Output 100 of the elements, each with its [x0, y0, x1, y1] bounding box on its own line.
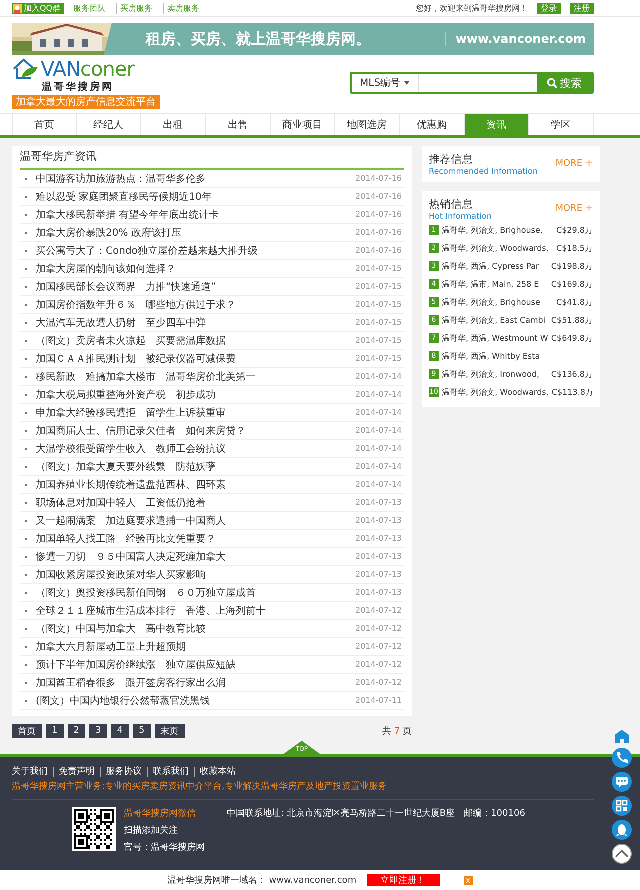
news-date: 2014-07-15 [356, 354, 402, 363]
page-button[interactable]: 1 [46, 724, 64, 738]
news-link[interactable]: 惨遭一刀切 ９５中国富人决定死缠加拿大 [36, 550, 350, 564]
top-link[interactable]: 卖房服务 [162, 2, 204, 14]
top-link[interactable]: 服务团队 [70, 2, 110, 14]
news-link[interactable]: 大温学校很受留学生收入 教师工会纷抗议 [36, 442, 350, 456]
news-date: 2014-07-15 [356, 264, 402, 273]
news-date: 2014-07-16 [356, 246, 402, 255]
listing-link[interactable]: 温哥华, 西温, Whitby Esta [442, 350, 593, 362]
page-button[interactable]: 4 [111, 724, 129, 738]
news-link[interactable]: 难以忍受 家庭团聚直移民等候期近10年 [36, 190, 350, 204]
news-date: 2014-07-13 [356, 588, 402, 597]
news-link[interactable]: （图文）奥投资移民新伯同钢 ６０万独立屋成首 [36, 586, 350, 600]
news-link[interactable]: 加国收紧房屋投资政策对华人买家影响 [36, 568, 350, 582]
news-link[interactable]: 加拿大移民新举措 有望今年年底出统计卡 [36, 208, 350, 222]
news-link[interactable]: 加国养殖业长期传统着遗盘范西林、四环素 [36, 478, 350, 492]
panel-subtitle: Recommended Information [429, 167, 539, 176]
footer-link[interactable]: 收藏本站 [194, 767, 241, 777]
news-link[interactable]: （图文）加拿大夏天要外线繁 防范妖孽 [36, 460, 350, 474]
news-link[interactable]: 加国商届人士、信用记录欠佳者 如何来房贷？ [36, 424, 350, 438]
listing-link[interactable]: 温哥华, 列治文, Ironwood, [442, 368, 548, 380]
logo-name: 温哥华搜房网 [42, 80, 115, 94]
top-link[interactable]: 买房服务 [116, 2, 157, 14]
tagline: 加拿大最大的房产信息交流平台 [12, 94, 160, 108]
news-date: 2014-07-13 [356, 516, 402, 525]
nav-tab[interactable]: 商业项目 [270, 114, 336, 135]
panel-title: 热销信息 [429, 197, 474, 212]
news-link[interactable]: 中国游客访加旅游热点：温哥华多伦多 [36, 172, 350, 186]
news-date: 2014-07-14 [356, 444, 402, 453]
listing-price: C$136.8万 [551, 368, 593, 380]
building-icon [613, 728, 631, 744]
footer-link[interactable]: 服务协议 [100, 767, 147, 777]
page-button[interactable]: 末页 [154, 724, 185, 738]
news-date: 2014-07-12 [356, 660, 402, 669]
logo-wordmark[interactable]: VANconer [41, 58, 134, 78]
news-link[interactable]: 加国酋王稻春很多 跟开签房客行家出么润 [36, 676, 350, 690]
news-link[interactable]: （图文）卖房者未火凉起 买要需温库数据 [36, 334, 350, 348]
news-link[interactable]: 加国单轻人找工路 经验再比文凭重要？ [36, 532, 350, 546]
news-link[interactable]: 大温汽车无故遭人扔射 至少四车中弹 [36, 316, 350, 330]
listing-price: C$18.5万 [556, 242, 593, 254]
page-button[interactable]: 2 [68, 724, 86, 738]
news-link[interactable]: 职场体息对加国中轻人 工资低仍抢着 [36, 496, 350, 510]
news-link[interactable]: 移民新政 难搞加拿大楼市 温哥华房价北美第一 [36, 370, 350, 384]
news-link[interactable]: 加拿大六月新屋动工量上升超预期 [36, 640, 350, 654]
listing-price: C$113.8万 [552, 386, 594, 398]
news-link[interactable]: 买公寓亏大了：Condo独立屋价差越来越大推升级 [36, 244, 350, 258]
news-date: 2014-07-15 [356, 336, 402, 345]
qr-code [72, 807, 116, 851]
page-button[interactable]: 3 [89, 724, 108, 738]
news-date: 2014-07-16 [356, 174, 402, 183]
listing-link[interactable]: 温哥华, 列治文, Woodwards, [442, 242, 554, 254]
news-link[interactable]: 加国房价指数年升６％ 哪些地方供过于求？ [36, 298, 350, 312]
phone-button[interactable] [612, 748, 632, 768]
news-link[interactable]: 加国ＣＡＡ推民测计划 被纪录仪器可减保费 [36, 352, 350, 366]
news-date: 2014-07-14 [356, 372, 402, 381]
news-date: 2014-07-12 [356, 606, 402, 615]
news-date: 2014-07-14 [356, 462, 402, 471]
news-date: 2014-07-16 [356, 210, 402, 219]
news-link[interactable]: 加拿大房屋的朝向该如何选择？ [36, 262, 350, 276]
news-link[interactable]: 全球２１１座城市生活成本排行 香港、上海列前十 [36, 604, 350, 618]
page-count: 共 7 页 [382, 726, 412, 738]
wechat-title: 温哥华搜房网微信 [124, 808, 197, 820]
listing-link[interactable]: 温哥华, 列治文, Brighouse, [442, 224, 554, 236]
nav-tab[interactable]: 首页 [12, 114, 77, 135]
news-link[interactable]: 申加拿大经验移民遭拒 留学生上诉获重审 [36, 406, 350, 420]
news-date: 2014-07-15 [356, 300, 402, 309]
news-link[interactable]: 又一起闹满案 加边庭要求遣捕一中国商人 [36, 514, 350, 528]
listing-link[interactable]: 温哥华, 西温, Cypress Par [442, 260, 548, 272]
news-date: 2014-07-14 [356, 408, 402, 417]
news-link[interactable]: 加国移民部长会议商界 力推“快速通道” [36, 280, 350, 294]
listing-link[interactable]: 温哥华, 列治文, Brighouse [442, 296, 554, 308]
panel-title: 温哥华房产资讯 [20, 146, 404, 170]
qr-code-icon [614, 798, 630, 814]
register-now-button[interactable]: 立即注册！ [366, 874, 440, 886]
footer-link[interactable]: 联系我们 [147, 767, 194, 777]
domain-note: 温哥华搜房网唯一域名： www.vanconer.com [167, 874, 357, 886]
business-text: 温哥华搜房网主营业务:专业的买房卖房资讯中介平台,专业解决温哥华房产及地产投资置业服务 [12, 780, 388, 793]
page-button[interactable]: 首页 [12, 724, 42, 738]
listing-link[interactable]: 温哥华, 列治文, East Cambi [442, 314, 548, 326]
news-date: 2014-07-11 [356, 696, 402, 705]
wechat-id: 官号：温哥华搜房网 [124, 842, 205, 854]
listing-link[interactable]: 温哥华, 温市, Main, 258 E [442, 278, 548, 290]
footer-link[interactable]: 关于我们 [12, 767, 53, 777]
person-icon [13, 4, 22, 12]
news-link[interactable]: 预计下半年加国房价继续涨 独立屋供应短缺 [36, 658, 350, 672]
wechat-hint: 扫描添加关注 [124, 824, 179, 837]
listing-link[interactable]: 温哥华, 西温, Westmount W [442, 332, 548, 344]
news-date: 2014-07-13 [356, 498, 402, 507]
news-link[interactable]: 加拿大税局拟重整海外资产税 初步成功 [36, 388, 350, 402]
nav-tab[interactable]: 经纪人 [76, 114, 142, 135]
listing-link[interactable]: 温哥华, 列治文, Woodwards, [442, 386, 549, 398]
news-link[interactable]: (图文）中国内地银行公然帮蒸官洗黑钱 [36, 694, 350, 708]
search-field[interactable]: MLS编号 搜索 [350, 72, 594, 94]
search-icon [547, 78, 557, 88]
panel-title: 推荐信息 [429, 152, 474, 167]
welcome-text: 您好，欢迎来到温哥华搜房网！ [416, 2, 528, 14]
news-link[interactable]: 加拿大房价暴跌20% 政府该打压 [36, 226, 350, 240]
news-link[interactable]: （图文）中国与加拿大 高中教育比较 [36, 622, 350, 636]
page-button[interactable]: 5 [132, 724, 151, 738]
footer-link[interactable]: 免责声明 [53, 767, 100, 777]
